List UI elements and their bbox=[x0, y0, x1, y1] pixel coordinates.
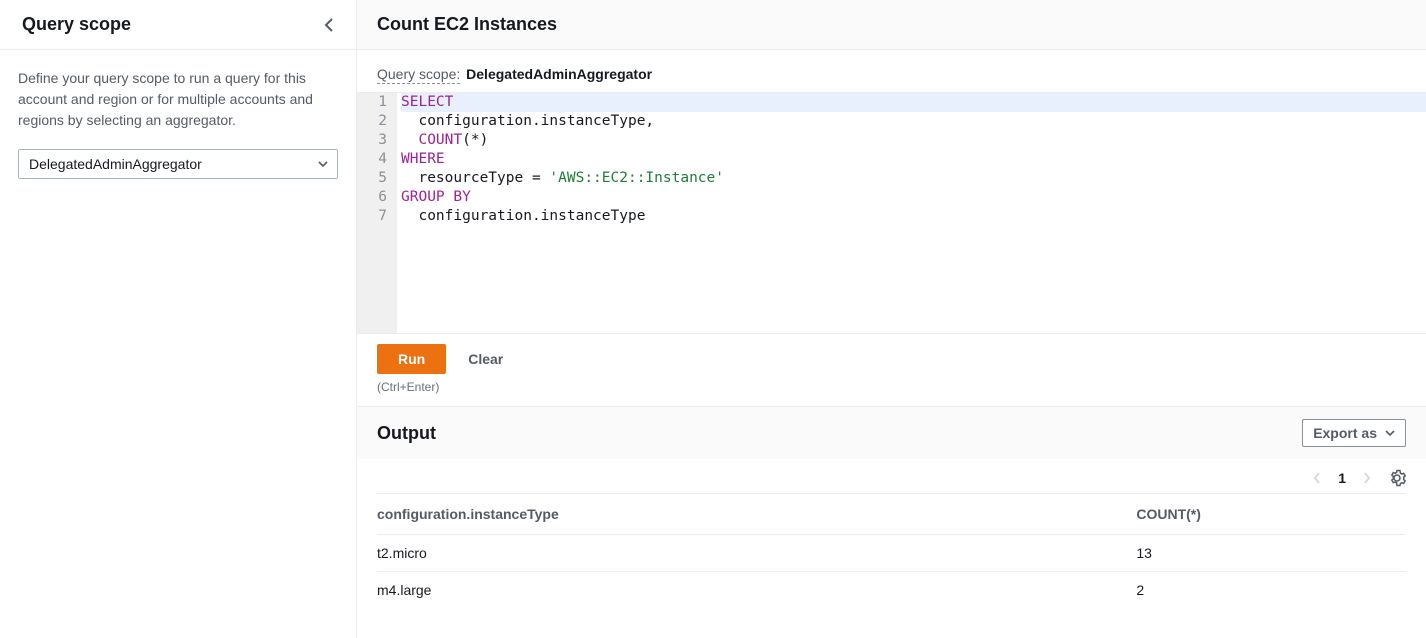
caret-down-icon bbox=[1385, 430, 1395, 436]
table-cell: t2.micro bbox=[377, 535, 1136, 572]
settings-gear-icon[interactable] bbox=[1388, 469, 1406, 487]
table-header-row: configuration.instanceTypeCOUNT(*) bbox=[377, 494, 1406, 535]
export-as-label: Export as bbox=[1313, 425, 1377, 441]
line-number: 7 bbox=[371, 207, 387, 226]
code-line[interactable]: configuration.instanceType, bbox=[401, 112, 1426, 131]
output-header: Output Export as bbox=[357, 406, 1426, 459]
line-number: 4 bbox=[371, 150, 387, 169]
code-line[interactable]: configuration.instanceType bbox=[401, 207, 1426, 226]
sidebar-description: Define your query scope to run a query f… bbox=[18, 68, 338, 131]
sidebar: Query scope Define your query scope to r… bbox=[0, 0, 357, 638]
results-table: configuration.instanceTypeCOUNT(*) t2.mi… bbox=[377, 493, 1406, 608]
pagination-row: 1 bbox=[357, 459, 1426, 493]
collapse-sidebar-icon[interactable] bbox=[322, 17, 338, 33]
sidebar-body: Define your query scope to run a query f… bbox=[0, 50, 356, 197]
code-line[interactable]: COUNT(*) bbox=[401, 131, 1426, 150]
table-cell: 13 bbox=[1136, 535, 1406, 572]
aggregator-select[interactable]: DelegatedAdminAggregator bbox=[18, 149, 338, 179]
table-row: m4.large2 bbox=[377, 572, 1406, 609]
run-hint: (Ctrl+Enter) bbox=[357, 378, 1426, 406]
table-column-header[interactable]: COUNT(*) bbox=[1136, 494, 1406, 535]
line-number: 6 bbox=[371, 188, 387, 207]
code-line[interactable]: SELECT bbox=[401, 93, 1426, 112]
run-button[interactable]: Run bbox=[377, 344, 446, 374]
editor-gutter: 1234567 bbox=[357, 93, 397, 333]
query-scope-label: Query scope: bbox=[377, 66, 460, 84]
next-page-icon[interactable] bbox=[1362, 471, 1372, 485]
query-scope-value: DelegatedAdminAggregator bbox=[466, 66, 652, 82]
clear-button[interactable]: Clear bbox=[468, 345, 503, 373]
table-column-header[interactable]: configuration.instanceType bbox=[377, 494, 1136, 535]
table-cell: 2 bbox=[1136, 572, 1406, 609]
main: Count EC2 Instances Query scope: Delegat… bbox=[357, 0, 1426, 638]
line-number: 1 bbox=[371, 93, 387, 112]
table-body: t2.micro13m4.large2 bbox=[377, 535, 1406, 609]
table-cell: m4.large bbox=[377, 572, 1136, 609]
export-as-button[interactable]: Export as bbox=[1302, 419, 1406, 447]
main-header: Count EC2 Instances bbox=[357, 0, 1426, 50]
aggregator-select-wrap: DelegatedAdminAggregator bbox=[18, 149, 338, 179]
prev-page-icon[interactable] bbox=[1312, 471, 1322, 485]
output-title: Output bbox=[377, 423, 436, 444]
line-number: 5 bbox=[371, 169, 387, 188]
code-line[interactable]: resourceType = 'AWS::EC2::Instance' bbox=[401, 169, 1426, 188]
code-line[interactable]: WHERE bbox=[401, 150, 1426, 169]
page-title: Count EC2 Instances bbox=[377, 14, 1406, 35]
code-line[interactable]: GROUP BY bbox=[401, 188, 1426, 207]
line-number: 2 bbox=[371, 112, 387, 131]
sidebar-header: Query scope bbox=[0, 0, 356, 50]
caret-down-icon bbox=[318, 161, 328, 167]
sql-editor[interactable]: 1234567 SELECT configuration.instanceTyp… bbox=[357, 92, 1426, 334]
page-number: 1 bbox=[1338, 470, 1346, 486]
table-row: t2.micro13 bbox=[377, 535, 1406, 572]
aggregator-select-value: DelegatedAdminAggregator bbox=[29, 156, 202, 172]
editor-code[interactable]: SELECT configuration.instanceType, COUNT… bbox=[397, 93, 1426, 333]
sidebar-title: Query scope bbox=[22, 14, 131, 35]
line-number: 3 bbox=[371, 131, 387, 150]
query-scope-line: Query scope: DelegatedAdminAggregator bbox=[357, 50, 1426, 92]
editor-actions: Run Clear bbox=[357, 334, 1426, 378]
